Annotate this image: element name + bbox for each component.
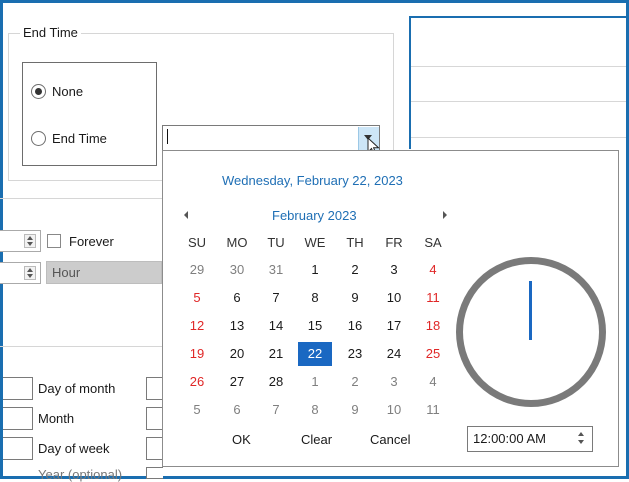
calendar-day[interactable]: 28: [259, 370, 293, 394]
calendar-day[interactable]: 6: [220, 398, 254, 422]
radio-end-time[interactable]: [31, 131, 46, 146]
calendar-day[interactable]: 7: [259, 286, 293, 310]
time-value: 12:00:00 AM: [473, 431, 546, 446]
field-input[interactable]: [146, 407, 163, 430]
spinner-arrows-icon[interactable]: [24, 234, 36, 248]
ok-button[interactable]: OK: [232, 432, 251, 447]
unit-spinner[interactable]: [0, 262, 41, 284]
calendar-day[interactable]: 3: [377, 258, 411, 282]
calendar-day[interactable]: 13: [220, 314, 254, 338]
year-label: Year (optional): [38, 467, 123, 482]
calendar-day[interactable]: 17: [377, 314, 411, 338]
chevron-left-icon[interactable]: [184, 211, 188, 219]
calendar-day[interactable]: 2: [338, 258, 372, 282]
unit-combo-value: Hour: [52, 265, 81, 280]
spinner-arrows-icon[interactable]: [24, 266, 36, 280]
calendar-day[interactable]: 27: [220, 370, 254, 394]
day-of-week-input[interactable]: [3, 437, 33, 460]
calendar-day[interactable]: 16: [338, 314, 372, 338]
calendar-day[interactable]: 6: [220, 286, 254, 310]
day-name-tu: TU: [267, 235, 285, 250]
calendar-day[interactable]: 25: [416, 342, 450, 366]
calendar-day[interactable]: 3: [377, 370, 411, 394]
field-input[interactable]: [146, 377, 163, 400]
end-time-group-title: End Time: [20, 25, 81, 40]
month-label: Month: [38, 411, 75, 426]
divider: [411, 137, 626, 138]
radio-end-time-label[interactable]: End Time: [52, 131, 107, 146]
day-name-we: WE: [304, 235, 326, 250]
field-input[interactable]: [146, 467, 163, 479]
calendar-day[interactable]: 4: [416, 370, 450, 394]
day-of-week-label: Day of week: [38, 441, 110, 456]
calendar-day[interactable]: 11: [416, 398, 450, 422]
radio-none-label[interactable]: None: [52, 84, 83, 99]
calendar-day[interactable]: 2: [338, 370, 372, 394]
calendar-day[interactable]: 15: [298, 314, 332, 338]
calendar-day[interactable]: 5: [180, 286, 214, 310]
calendar-day[interactable]: 10: [377, 286, 411, 310]
section-divider: [0, 346, 162, 347]
day-name-sa: SA: [424, 235, 442, 250]
forever-checkbox[interactable]: [47, 234, 61, 248]
day-name-fr: FR: [385, 235, 403, 250]
today-long-date[interactable]: Wednesday, February 22, 2023: [222, 173, 403, 188]
calendar-day[interactable]: 24: [377, 342, 411, 366]
calendar-day[interactable]: 9: [338, 398, 372, 422]
calendar-day[interactable]: 18: [416, 314, 450, 338]
cancel-button[interactable]: Cancel: [370, 432, 410, 447]
day-name-mo: MO: [226, 235, 248, 250]
chevron-right-icon[interactable]: [443, 211, 447, 219]
calendar-day[interactable]: 8: [298, 286, 332, 310]
panel-left-border: [409, 16, 411, 149]
day-name-su: SU: [187, 235, 207, 250]
end-date-input[interactable]: [162, 125, 380, 152]
interval-spinner[interactable]: [0, 230, 41, 252]
day-of-month-input[interactable]: [3, 377, 33, 400]
calendar-day[interactable]: 20: [220, 342, 254, 366]
calendar-day[interactable]: 5: [180, 398, 214, 422]
month-title[interactable]: February 2023: [272, 208, 357, 223]
panel-top-border: [410, 16, 626, 18]
calendar-day[interactable]: 22: [298, 342, 332, 366]
divider: [411, 66, 626, 67]
calendar-day[interactable]: 31: [259, 258, 293, 282]
forever-label[interactable]: Forever: [69, 234, 114, 249]
clear-button[interactable]: Clear: [301, 432, 332, 447]
calendar-day[interactable]: 10: [377, 398, 411, 422]
calendar-day[interactable]: 1: [298, 370, 332, 394]
time-spinner-icon[interactable]: [576, 431, 586, 447]
calendar-day[interactable]: 9: [338, 286, 372, 310]
divider: [411, 101, 626, 102]
calendar-day[interactable]: 30: [220, 258, 254, 282]
calendar-day[interactable]: 23: [338, 342, 372, 366]
calendar-day[interactable]: 19: [180, 342, 214, 366]
clock-hand: [529, 281, 532, 340]
radio-none[interactable]: [31, 84, 46, 99]
calendar-day[interactable]: 8: [298, 398, 332, 422]
day-of-month-label: Day of month: [38, 381, 116, 396]
calendar-day[interactable]: 29: [180, 258, 214, 282]
field-input[interactable]: [146, 437, 163, 460]
calendar-day[interactable]: 7: [259, 398, 293, 422]
calendar-day[interactable]: 14: [259, 314, 293, 338]
calendar-day[interactable]: 12: [180, 314, 214, 338]
end-time-radio-box: [22, 62, 157, 166]
calendar-day[interactable]: 21: [259, 342, 293, 366]
text-caret: [167, 129, 168, 144]
calendar-day[interactable]: 1: [298, 258, 332, 282]
calendar-day[interactable]: 26: [180, 370, 214, 394]
day-name-th: TH: [346, 235, 364, 250]
section-divider: [0, 198, 162, 199]
calendar-day[interactable]: 4: [416, 258, 450, 282]
calendar-day[interactable]: 11: [416, 286, 450, 310]
month-input[interactable]: [3, 407, 33, 430]
